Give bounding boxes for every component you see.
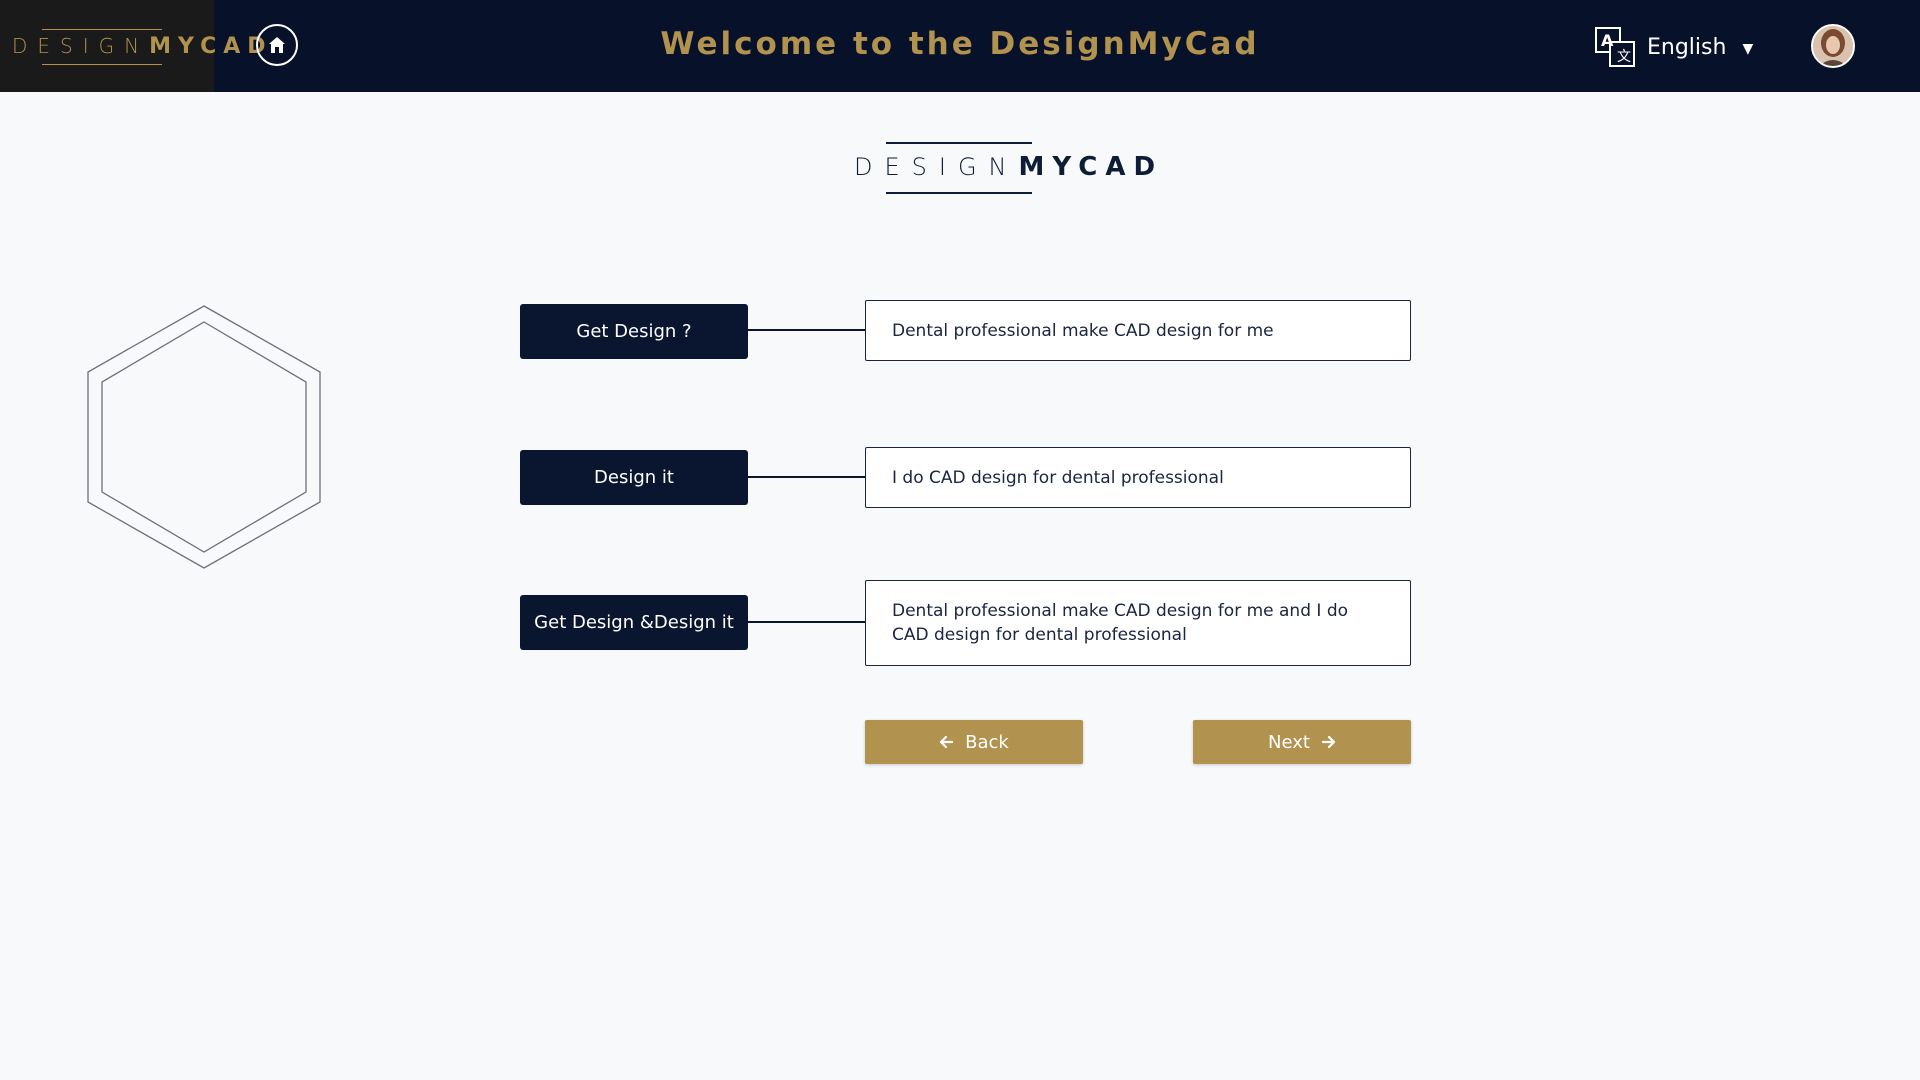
next-label: Next [1268, 731, 1310, 753]
center-logo-wordmark: DESIGNMYCAD [854, 152, 1164, 182]
connector-line [748, 621, 865, 623]
get-design-and-design-it-description: Dental professional make CAD design for … [865, 580, 1411, 666]
arrow-left-icon [940, 735, 954, 749]
home-icon [269, 37, 285, 53]
top-bar: DESIGNMYCAD Welcome to the DesignMyCad A… [0, 0, 1920, 92]
language-selector[interactable]: A 文 English ▼ [1595, 26, 1753, 68]
back-label: Back [965, 731, 1009, 753]
get-design-and-design-it-button[interactable]: Get Design &Design it [520, 595, 748, 650]
brand-wordmark: DESIGNMYCAD [12, 34, 273, 59]
brand-logo[interactable]: DESIGNMYCAD [0, 0, 273, 92]
connector-line [748, 476, 865, 478]
design-it-button[interactable]: Design it [520, 450, 748, 505]
center-logo: DESIGNMYCAD [854, 140, 1164, 198]
design-it-description: I do CAD design for dental professional [865, 447, 1411, 508]
next-button[interactable]: Next [1193, 720, 1411, 764]
chevron-down-icon: ▼ [1742, 41, 1754, 57]
connector-line [748, 329, 865, 331]
avatar[interactable] [1811, 24, 1855, 68]
back-button[interactable]: Back [865, 720, 1083, 764]
translate-icon: A 文 [1595, 27, 1635, 67]
language-label: English [1647, 34, 1727, 60]
avatar-image [1813, 26, 1853, 66]
arrow-right-icon [1321, 735, 1336, 749]
home-button[interactable] [256, 24, 298, 66]
hexagon-graphic [87, 305, 321, 569]
svg-text:A: A [1601, 31, 1614, 50]
page-title: Welcome to the DesignMyCad [660, 26, 1260, 62]
get-design-description: Dental professional make CAD design for … [865, 300, 1411, 361]
get-design-button[interactable]: Get Design ? [520, 304, 748, 359]
svg-text:文: 文 [1617, 49, 1631, 65]
